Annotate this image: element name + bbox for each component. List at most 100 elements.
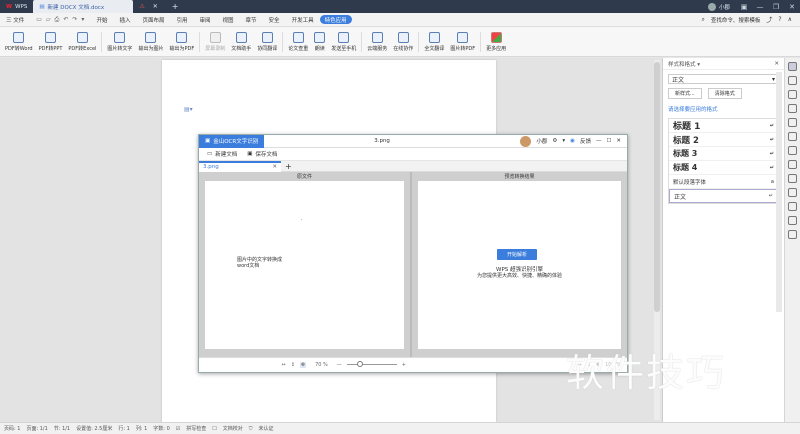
online-collab-button[interactable]: 在线协作 (390, 27, 416, 57)
new-style-button[interactable]: 新样式... (668, 88, 702, 99)
document-tab[interactable]: ▤ 新建 DOCX 文档.docx (33, 0, 134, 13)
style-heading-4[interactable]: 标题 4 ↵ (669, 161, 778, 175)
status-line[interactable]: 行: 1 (118, 425, 129, 432)
plagiarism-check-button[interactable]: 论文查重 (285, 27, 311, 57)
collab-translate-button[interactable]: 协同翻译 (254, 27, 280, 57)
paste-options-icon[interactable]: ▤▾ (184, 106, 193, 113)
more-icon[interactable]: ▾ (81, 16, 84, 23)
full-translate-button[interactable]: 全文翻译 (421, 27, 447, 57)
pane-scrollbar[interactable] (776, 72, 782, 312)
status-setting[interactable]: 设置值: 2.5厘米 (76, 425, 112, 432)
save-document-button[interactable]: ▣ 保存文档 (247, 150, 277, 158)
shapes-icon[interactable] (788, 90, 797, 99)
pdf-to-ppt-button[interactable]: PDF转PPT (36, 27, 66, 57)
share-icon[interactable] (788, 146, 797, 155)
zoom-out-icon[interactable]: — (337, 362, 342, 368)
more-apps-button[interactable]: 更多应用 (483, 27, 509, 57)
status-word-count[interactable]: 字数: 0 (153, 425, 169, 432)
user-name[interactable]: 小郡 (719, 3, 730, 11)
style-body[interactable]: 正文 ↵ (669, 189, 778, 203)
image-to-text-button[interactable]: 图片转文字 (104, 27, 135, 57)
menu-review[interactable]: 审阅 (194, 13, 217, 27)
source-image-view[interactable]: · 图片中的文字转换成 word文档 (205, 181, 404, 349)
clear-format-button[interactable]: 清除格式 (707, 88, 742, 99)
spellcheck-icon[interactable]: ☑ (176, 426, 180, 432)
style-default-font[interactable]: 默认段落字体 a (669, 175, 778, 189)
menu-special-apps[interactable]: 特色应用 (319, 15, 352, 24)
status-proofread[interactable]: 文档校对 (223, 425, 243, 432)
feedback-link[interactable]: 反馈 (580, 137, 591, 145)
collapse-ribbon-icon[interactable]: ∧ (788, 16, 792, 23)
compare-icon[interactable] (788, 160, 797, 169)
menu-references[interactable]: 引用 (170, 13, 193, 27)
move-icon[interactable]: ✥ (299, 361, 307, 368)
feedback-icon[interactable]: ◉ (570, 138, 575, 144)
command-search[interactable]: 查找命令、搜索模板 (711, 16, 761, 24)
status-certification[interactable]: 未认证 (259, 425, 274, 432)
zoom-slider[interactable] (346, 361, 397, 367)
redo-icon[interactable]: ↷ (72, 16, 77, 23)
adjust-icon[interactable] (788, 104, 797, 113)
image-to-pdf-button[interactable]: 图片转PDF (447, 27, 478, 57)
send-to-phone-button[interactable]: 发送至手机 (328, 27, 359, 57)
start-parse-button[interactable]: 开始解析 (497, 249, 537, 260)
avatar[interactable] (520, 135, 532, 147)
open-icon[interactable]: ▱ (46, 16, 51, 23)
chevron-down-icon[interactable]: ▾ (562, 138, 565, 144)
fit-width-icon[interactable]: ↔ (281, 362, 285, 368)
table-icon[interactable] (788, 188, 797, 197)
file-menu[interactable]: 三 文件 (0, 13, 30, 27)
close-tab-icon[interactable]: ✕ (153, 3, 158, 10)
skin-icon[interactable]: ▣ (736, 0, 752, 13)
save-icon[interactable]: ▭ (36, 16, 42, 23)
scrollbar-thumb[interactable] (654, 62, 660, 312)
menu-section[interactable]: 章节 (240, 13, 263, 27)
export-pdf-button[interactable]: 输出为PDF (166, 27, 197, 57)
menu-page-layout[interactable]: 页面布局 (136, 13, 170, 27)
share-icon[interactable]: ⤴ (766, 15, 772, 24)
close-button[interactable]: ✕ (616, 138, 621, 144)
history-icon[interactable] (788, 216, 797, 225)
status-page[interactable]: 页码: 1 (4, 425, 20, 432)
status-pages[interactable]: 页面: 1/1 (26, 425, 47, 432)
read-aloud-button[interactable]: 朗读 (311, 27, 328, 57)
menu-home[interactable]: 开始 (90, 13, 113, 27)
minimize-button[interactable]: — (752, 0, 768, 13)
add-tab-button[interactable]: + (285, 162, 292, 171)
pane-close-icon[interactable]: ✕ (774, 61, 779, 67)
ocr-user-name[interactable]: 小郡 (536, 137, 547, 145)
help-icon[interactable]: ? (778, 16, 781, 23)
select-icon[interactable] (788, 76, 797, 85)
cloud-service-button[interactable]: 云端服务 (364, 27, 390, 57)
zoom-level[interactable]: 70 % (315, 362, 328, 368)
settings-icon[interactable]: ⚙ (552, 138, 557, 144)
status-column[interactable]: 列: 1 (136, 425, 147, 432)
menu-developer[interactable]: 开发工具 (286, 13, 320, 27)
undo-icon[interactable]: ↶ (63, 16, 68, 23)
minimize-button[interactable]: — (596, 138, 602, 144)
pane-title[interactable]: 样式和格式 ▾ (668, 60, 700, 68)
tag-icon[interactable] (788, 132, 797, 141)
restore-button[interactable]: ❐ (768, 0, 784, 13)
menu-view[interactable]: 视图 (217, 13, 240, 27)
close-tab-icon[interactable]: ✕ (272, 164, 277, 170)
status-spellcheck[interactable]: 拼写检查 (186, 425, 206, 432)
maximize-button[interactable]: ☐ (606, 138, 611, 144)
style-heading-1[interactable]: 标题 1 ↵ (669, 119, 778, 133)
location-icon[interactable] (788, 202, 797, 211)
new-tab-button[interactable]: + (172, 2, 179, 11)
export-image-button[interactable]: 输出为图片 (135, 27, 166, 57)
close-button[interactable]: ✕ (784, 0, 800, 13)
menu-security[interactable]: 安全 (263, 13, 286, 27)
pdf-to-excel-button[interactable]: PDF转Excel (65, 27, 99, 57)
doc-assistant-button[interactable]: 文档助手 (228, 27, 254, 57)
style-select[interactable]: 正文 ▾ (668, 74, 779, 84)
backup-icon[interactable] (788, 230, 797, 239)
panel-icon[interactable] (788, 174, 797, 183)
pdf-to-word-button[interactable]: PDF转Word (2, 27, 36, 57)
fit-height-icon[interactable]: ↕ (291, 362, 295, 368)
warning-icon[interactable]: ⚠ (139, 3, 144, 10)
styles-icon[interactable] (788, 62, 797, 71)
menu-insert[interactable]: 插入 (113, 13, 136, 27)
file-tab[interactable]: 3.png ✕ (199, 160, 281, 172)
